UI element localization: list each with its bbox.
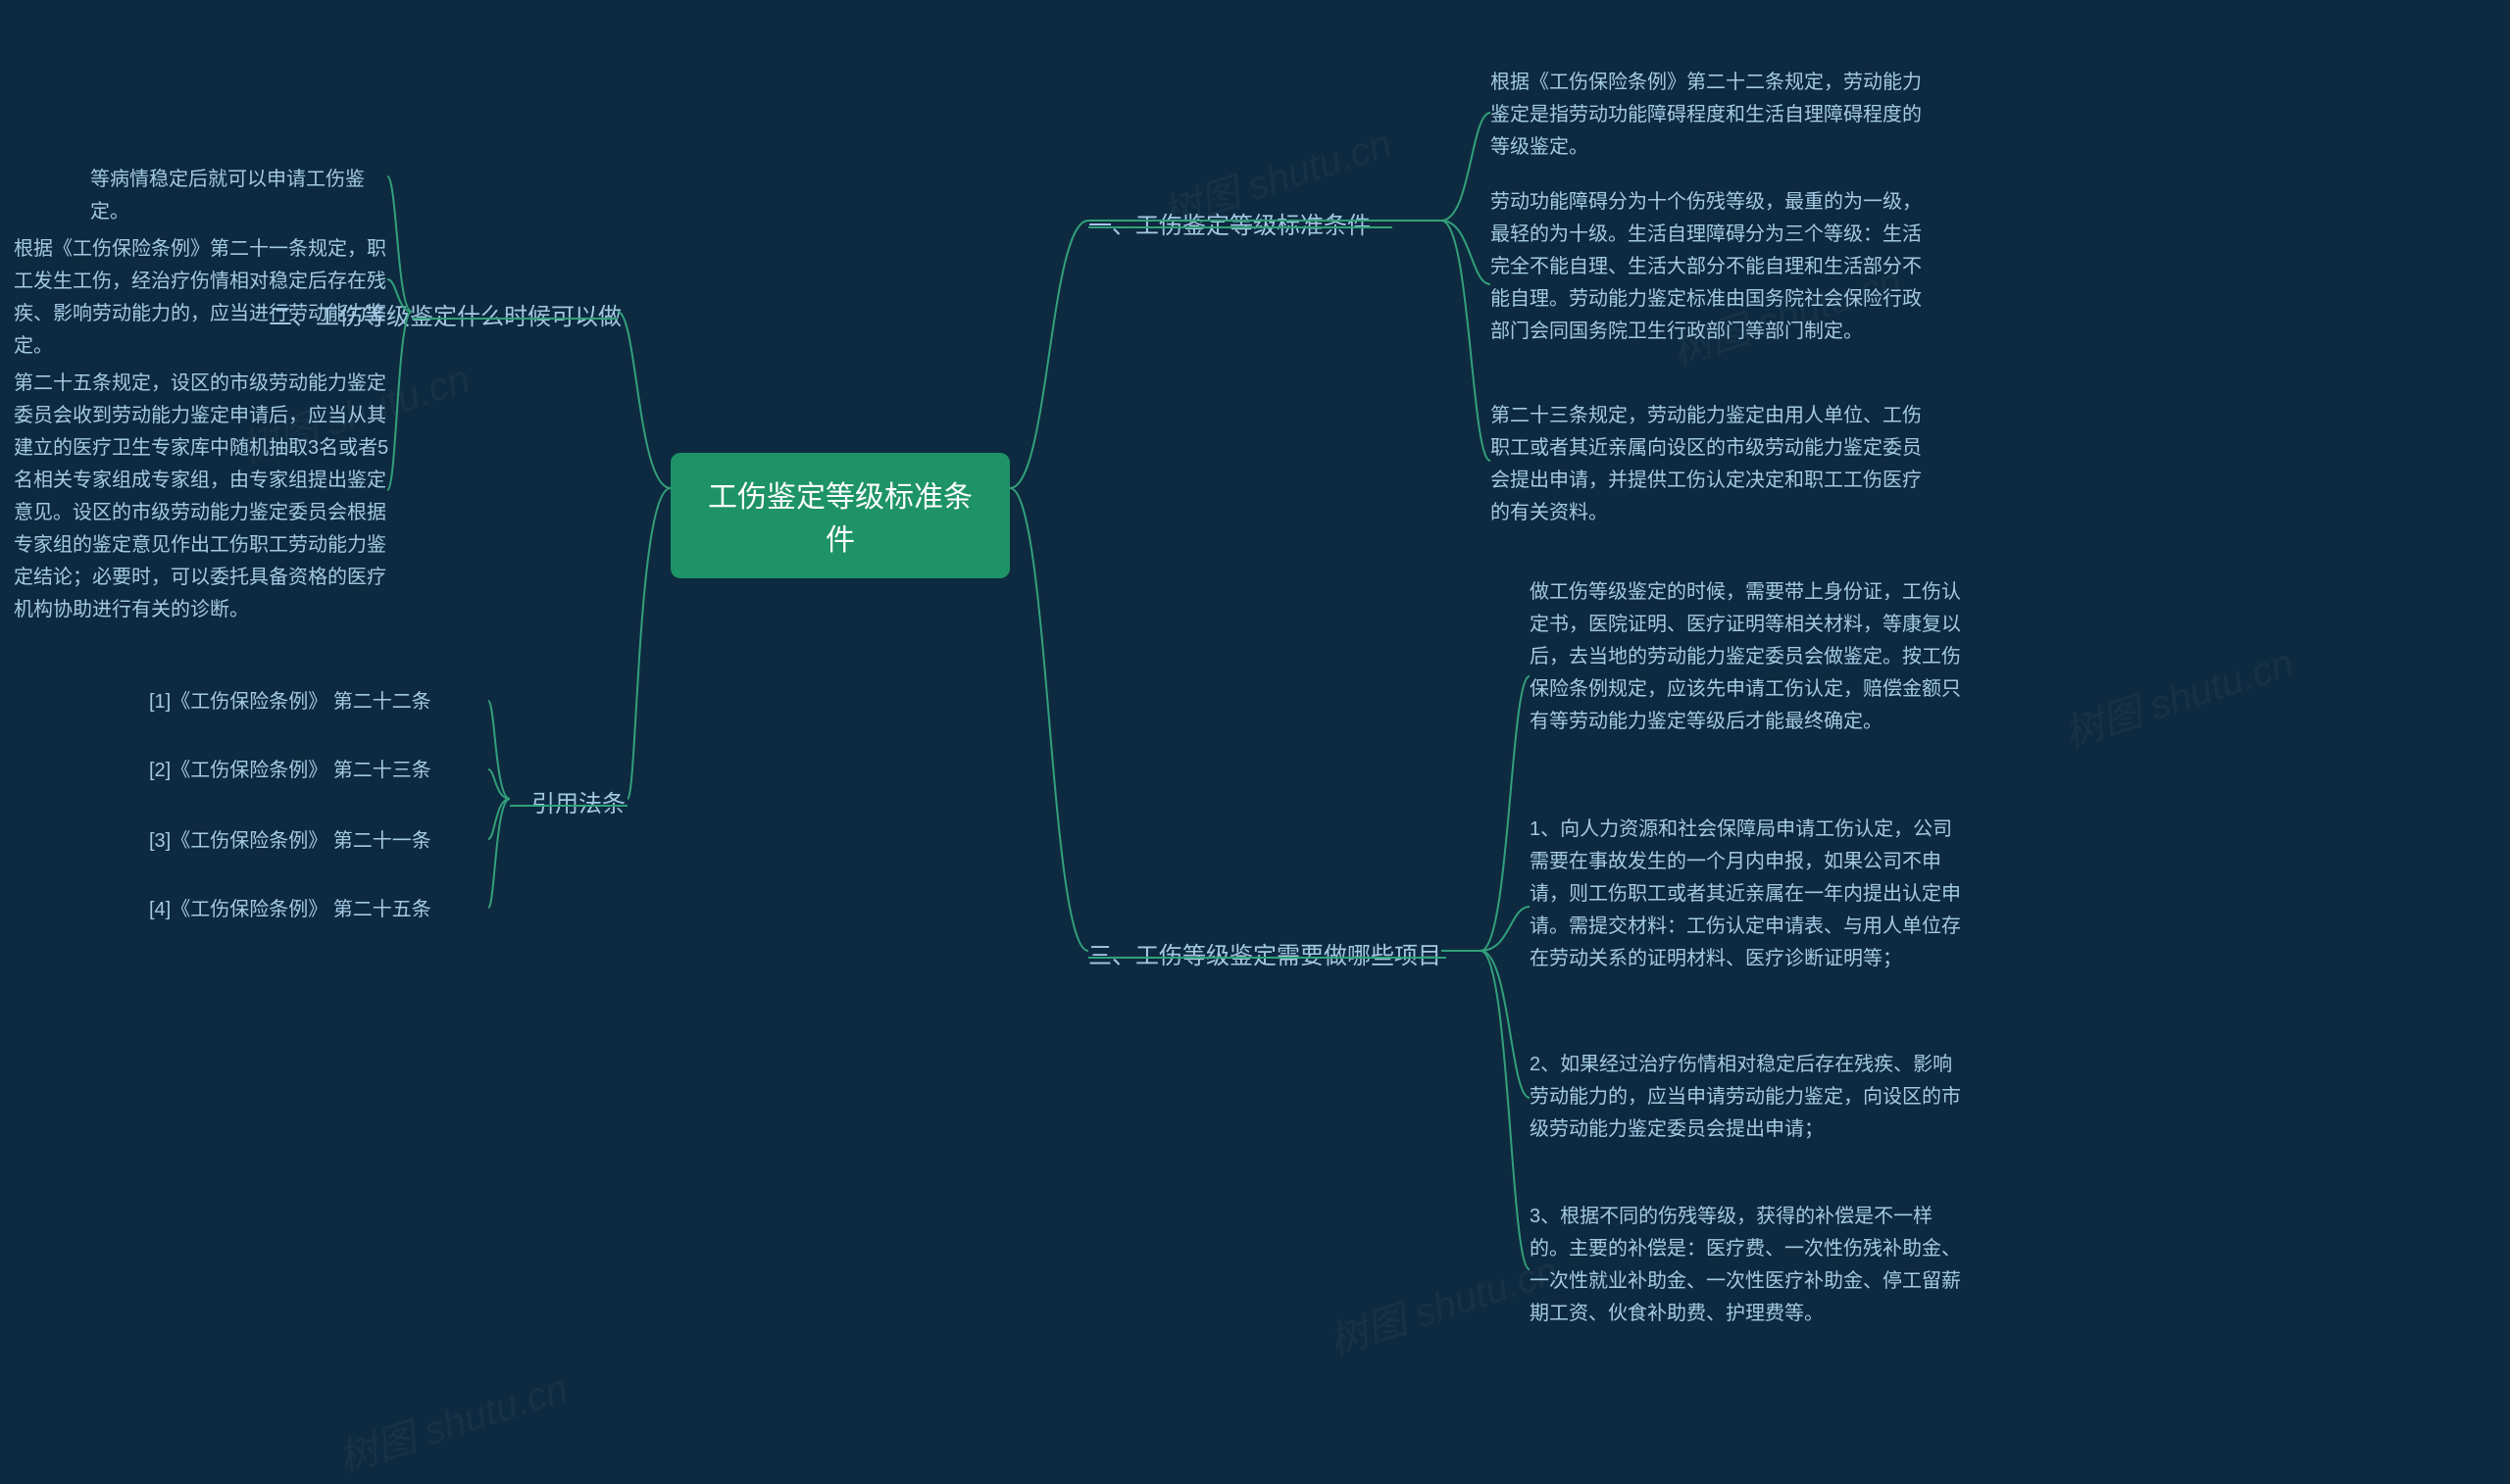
- leaf-b3-2: 1、向人力资源和社会保障局申请工伤认定，公司需要在事故发生的一个月内申报，如果公…: [1530, 814, 1961, 975]
- branch-items[interactable]: 三、工伤等级鉴定需要做哪些项目: [1088, 936, 1441, 970]
- branch-cite[interactable]: 引用法条: [531, 784, 626, 818]
- leaf-b4-4: [4]《工伤保险条例》 第二十五条: [149, 894, 487, 926]
- leaf-b3-3: 2、如果经过治疗伤情相对稳定后存在残疾、影响劳动能力的，应当申请劳动能力鉴定，向…: [1530, 1049, 1961, 1146]
- leaf-b2-2: 根据《工伤保险条例》第二十一条规定，职工发生工伤，经治疗伤情相对稳定后存在残疾、…: [14, 233, 386, 363]
- leaf-b4-2: [2]《工伤保险条例》 第二十三条: [149, 755, 487, 787]
- branch-standard[interactable]: 一、工伤鉴定等级标准条件: [1088, 206, 1371, 240]
- leaf-b4-1: [1]《工伤保险条例》 第二十二条: [149, 686, 487, 718]
- root-node[interactable]: 工伤鉴定等级标准条件: [671, 453, 1010, 578]
- watermark: 树图 shutu.cn: [330, 1357, 574, 1484]
- leaf-b4-3: [3]《工伤保险条例》 第二十一条: [149, 825, 487, 858]
- leaf-b3-4: 3、根据不同的伤残等级，获得的补偿是不一样的。主要的补偿是：医疗费、一次性伤残补…: [1530, 1201, 1961, 1330]
- leaf-b2-1: 等病情稳定后就可以申请工伤鉴定。: [90, 164, 384, 228]
- watermark: 树图 shutu.cn: [2056, 631, 2299, 759]
- leaf-b1-1: 根据《工伤保险条例》第二十二条规定，劳动能力鉴定是指劳动功能障碍程度和生活自理障…: [1490, 67, 1922, 164]
- leaf-b2-3: 第二十五条规定，设区的市级劳动能力鉴定委员会收到劳动能力鉴定申请后，应当从其建立…: [14, 368, 391, 626]
- leaf-b1-2: 劳动功能障碍分为十个伤残等级，最重的为一级，最轻的为十级。生活自理障碍分为三个等…: [1490, 186, 1922, 348]
- leaf-b1-3: 第二十三条规定，劳动能力鉴定由用人单位、工伤职工或者其近亲属向设区的市级劳动能力…: [1490, 400, 1922, 529]
- leaf-b3-1: 做工伤等级鉴定的时候，需要带上身份证，工伤认定书，医院证明、医疗证明等相关材料，…: [1530, 576, 1961, 738]
- watermark: 树图 shutu.cn: [1321, 1239, 1564, 1366]
